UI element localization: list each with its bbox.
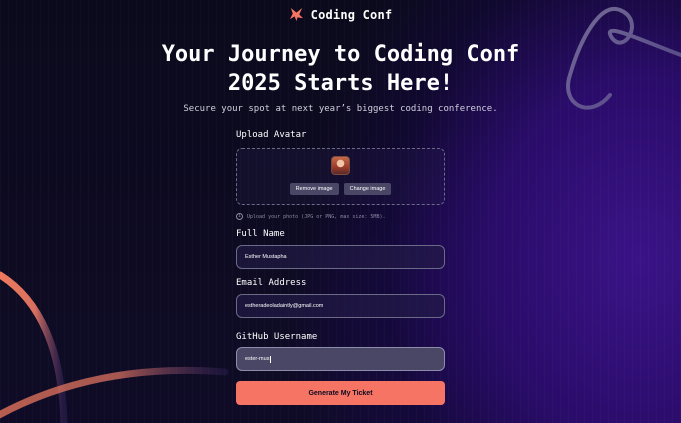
coding-conf-logo-icon <box>289 7 303 22</box>
email-address-input[interactable]: estheradeoladaintly@gmail.com <box>236 294 445 318</box>
avatar-upload-dropzone[interactable]: Remove image Change image <box>236 148 445 205</box>
github-username-value: ester-mus <box>245 356 270 362</box>
full-name-label: Full Name <box>236 229 285 239</box>
page-title: Your Journey to Coding Conf 2025 Starts … <box>0 40 681 98</box>
header: Coding Conf <box>0 7 681 22</box>
github-username-label: GitHub Username <box>236 332 318 342</box>
generate-ticket-button[interactable]: Generate My Ticket <box>236 381 445 405</box>
page-title-line-1: Your Journey to Coding Conf <box>161 42 520 67</box>
ticket-form: Upload Avatar Remove image Change image … <box>236 130 445 405</box>
github-username-input[interactable]: ester-mus <box>236 347 445 371</box>
change-image-button[interactable]: Change image <box>343 183 392 195</box>
upload-hint-text: Upload your photo (JPG or PNG, max size:… <box>247 213 386 220</box>
email-address-value: estheradeoladaintly@gmail.com <box>245 303 324 309</box>
text-cursor <box>270 355 272 363</box>
upload-avatar-label: Upload Avatar <box>236 130 307 140</box>
info-icon: i <box>236 213 243 220</box>
page-subtitle: Secure your spot at next year’s biggest … <box>183 104 498 114</box>
upload-hint: i Upload your photo (JPG or PNG, max siz… <box>236 213 445 220</box>
avatar-preview <box>331 156 350 175</box>
remove-image-button[interactable]: Remove image <box>289 183 339 195</box>
email-address-label: Email Address <box>236 278 307 288</box>
upload-actions: Remove image Change image <box>289 183 392 195</box>
page-title-line-2: 2025 Starts Here! <box>227 71 454 96</box>
brand-name: Coding Conf <box>310 7 393 22</box>
full-name-input[interactable]: Esther Mustapha <box>236 245 445 269</box>
full-name-value: Esther Mustapha <box>245 254 287 260</box>
